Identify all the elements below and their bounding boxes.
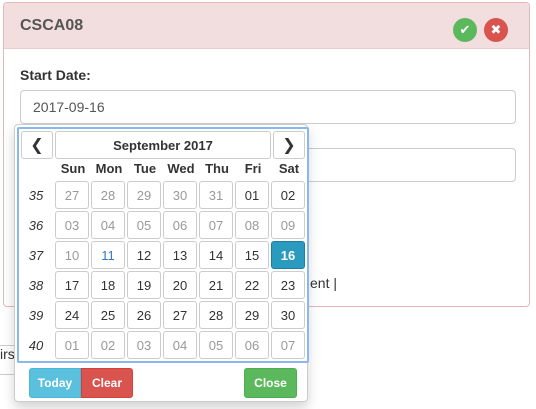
calendar-day[interactable]: 29 (235, 301, 269, 329)
weekday-header: Thu (205, 161, 229, 176)
calendar-day[interactable]: 21 (199, 271, 233, 299)
calendar-day[interactable]: 22 (235, 271, 269, 299)
weekday-header: Sun (60, 161, 86, 176)
calendar-day[interactable]: 03 (127, 331, 161, 359)
panel-title: CSCA08 (20, 17, 84, 34)
cancel-x-icon[interactable]: ✖ (484, 18, 508, 42)
calendar-day[interactable]: 12 (127, 241, 161, 269)
partial-text: ent | (310, 275, 337, 291)
close-button[interactable]: Close (244, 368, 297, 398)
calendar-day[interactable]: 23 (271, 271, 305, 299)
weekday-header: Wed (167, 161, 195, 176)
calendar-day[interactable]: 03 (55, 211, 89, 239)
calendar-day[interactable]: 30 (271, 301, 305, 329)
calendar-day[interactable]: 13 (163, 241, 197, 269)
weekday-header: Mon (95, 161, 123, 176)
calendar-day[interactable]: 27 (163, 301, 197, 329)
calendar-day[interactable]: 02 (271, 181, 305, 209)
start-date-label: Start Date: (20, 67, 91, 83)
week-number: 36 (28, 217, 44, 233)
calendar-day[interactable]: 29 (127, 181, 161, 209)
calendar-day[interactable]: 05 (199, 331, 233, 359)
start-date-input[interactable] (20, 90, 516, 124)
calendar-day[interactable]: 28 (199, 301, 233, 329)
calendar-day[interactable]: 07 (199, 211, 233, 239)
calendar-day[interactable]: 30 (163, 181, 197, 209)
calendar-day[interactable]: 05 (127, 211, 161, 239)
calendar-day[interactable]: 01 (55, 331, 89, 359)
calendar-day[interactable]: 10 (55, 241, 89, 269)
month-title[interactable]: September 2017 (55, 131, 271, 159)
weekday-header: Tue (133, 161, 157, 176)
calendar-day[interactable]: 06 (163, 211, 197, 239)
calendar-day[interactable]: 04 (163, 331, 197, 359)
calendar-day[interactable]: 07 (271, 331, 305, 359)
calendar-day[interactable]: 18 (91, 271, 125, 299)
datepicker-popup: ❮ September 2017 ❯ Sun Mon Tue Wed Thu Fri Sat… (14, 124, 309, 402)
calendar-day[interactable]: 17 (55, 271, 89, 299)
weekday-header: Fri (244, 161, 262, 176)
calendar-grid: ❮ September 2017 ❯ Sun Mon Tue Wed Thu Fri Sat… (17, 127, 309, 363)
calendar-day[interactable]: 04 (91, 211, 125, 239)
today-button[interactable]: Today (29, 368, 81, 398)
week-number: 35 (28, 187, 44, 203)
calendar-day[interactable]: 15 (235, 241, 269, 269)
calendar-day[interactable]: 25 (91, 301, 125, 329)
next-month-chevron-icon[interactable]: ❯ (273, 131, 305, 159)
weekday-header: Sat (278, 161, 300, 176)
calendar-day[interactable]: 31 (199, 181, 233, 209)
calendar-day[interactable]: 06 (235, 331, 269, 359)
calendar-day[interactable]: 08 (235, 211, 269, 239)
calendar-day[interactable]: 19 (127, 271, 161, 299)
calendar-day[interactable]: 20 (163, 271, 197, 299)
calendar-day[interactable]: 28 (91, 181, 125, 209)
prev-month-chevron-icon[interactable]: ❮ (21, 131, 53, 159)
save-check-icon[interactable]: ✔ (453, 18, 477, 42)
calendar-day[interactable]: 14 (199, 241, 233, 269)
week-number: 40 (28, 337, 44, 353)
calendar-day[interactable]: 16 (271, 241, 305, 269)
week-number: 38 (28, 277, 44, 293)
calendar-day[interactable]: 09 (271, 211, 305, 239)
week-number: 39 (28, 307, 44, 323)
calendar-day[interactable]: 11 (91, 241, 125, 269)
calendar-day[interactable]: 02 (91, 331, 125, 359)
week-number: 37 (28, 247, 44, 263)
panel-header: CSCA08 (4, 3, 529, 49)
calendar-day[interactable]: 24 (55, 301, 89, 329)
calendar-day[interactable]: 26 (127, 301, 161, 329)
calendar-day[interactable]: 27 (55, 181, 89, 209)
clear-button[interactable]: Clear (81, 368, 133, 398)
calendar-day[interactable]: 01 (235, 181, 269, 209)
end-date-input[interactable] (304, 148, 516, 182)
